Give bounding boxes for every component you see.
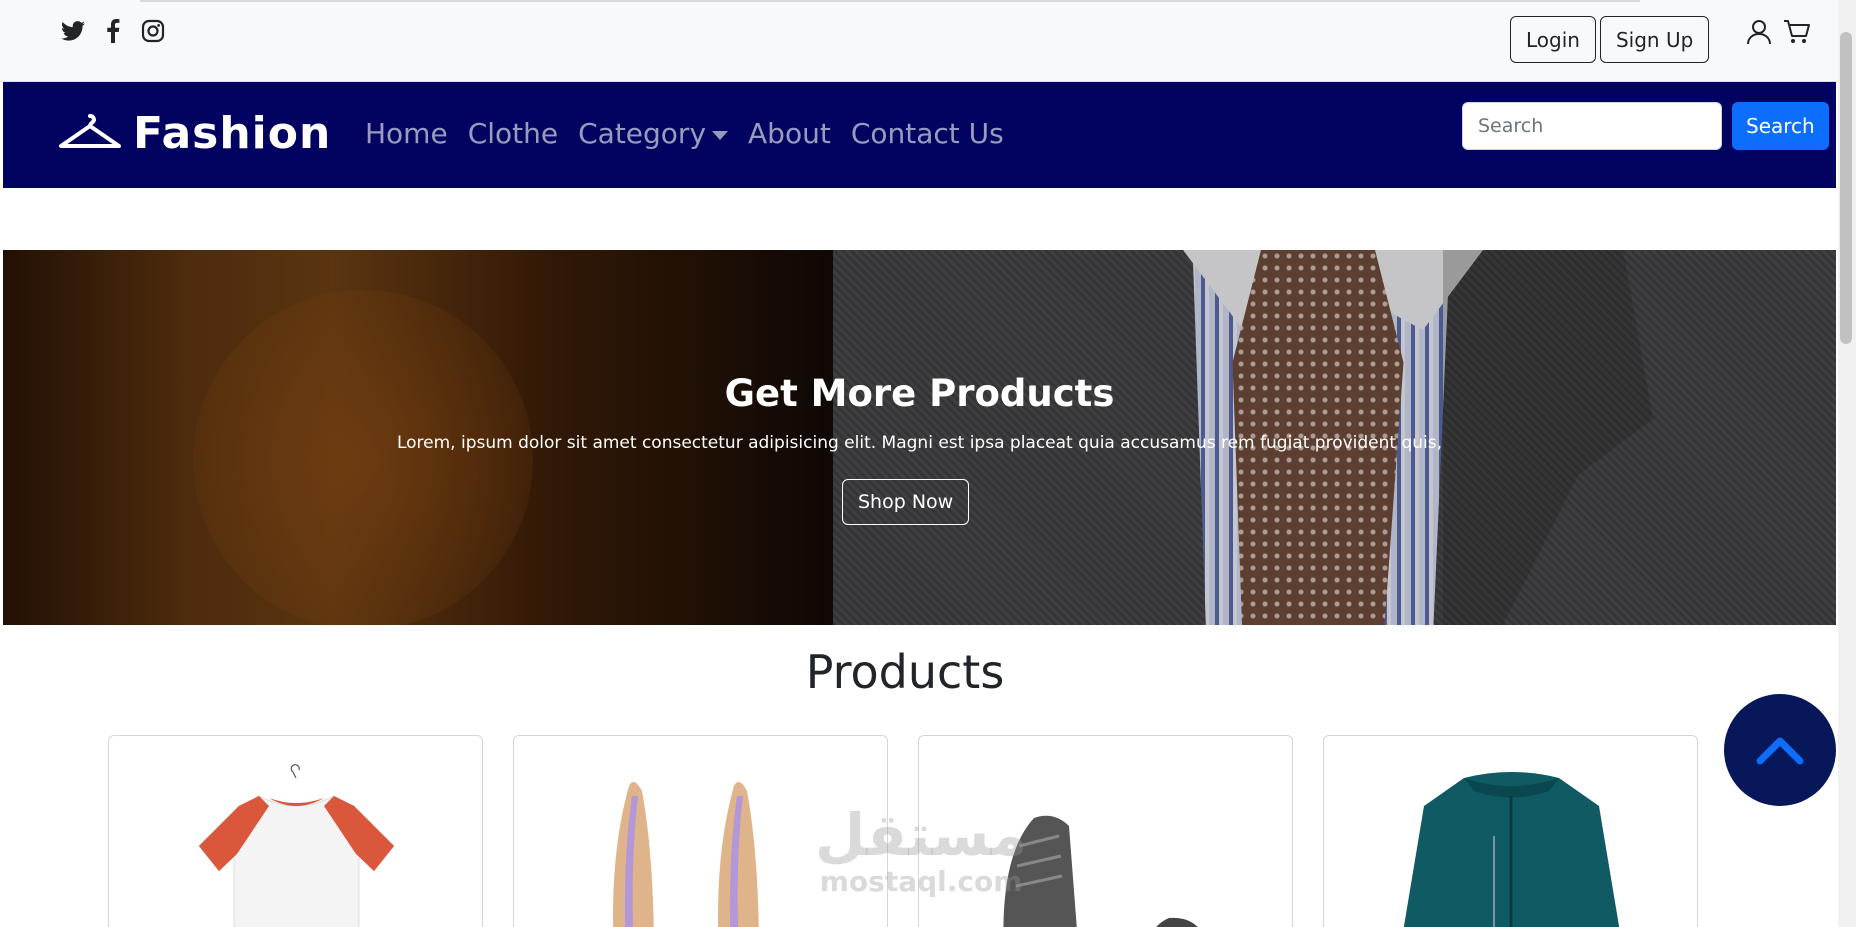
instagram-icon[interactable]	[140, 18, 166, 44]
watermark: مستقل mostaql.com	[815, 805, 1027, 898]
auth-buttons: Login Sign Up	[1510, 16, 1710, 63]
hero-content: Get More Products Lorem, ipsum dolor sit…	[3, 250, 1836, 625]
shop-now-button[interactable]: Shop Now	[842, 479, 970, 525]
nav-link-category-label: Category	[578, 117, 707, 150]
top-divider	[140, 0, 1640, 2]
social-links	[60, 18, 166, 44]
hero-banner: Get More Products Lorem, ipsum dolor sit…	[3, 250, 1836, 625]
nav-link-clothe[interactable]: Clothe	[468, 117, 558, 150]
product-card[interactable]	[1323, 735, 1698, 927]
user-icon[interactable]	[1745, 18, 1773, 46]
signup-button[interactable]: Sign Up	[1599, 16, 1710, 63]
search-button[interactable]: Search	[1732, 102, 1829, 150]
chevron-up-icon	[1756, 737, 1804, 765]
nav-link-about[interactable]: About	[748, 117, 831, 150]
hero-title: Get More Products	[724, 372, 1115, 415]
raglan-tshirt-image	[198, 764, 395, 927]
scrollbar-thumb[interactable]	[1840, 32, 1852, 344]
product-card[interactable]	[108, 735, 483, 927]
hanger-icon	[59, 112, 121, 156]
login-button[interactable]: Login	[1510, 16, 1596, 63]
watermark-latin: mostaql.com	[819, 865, 1023, 898]
main-navbar: Fashion Home Clothe Category About Conta…	[3, 82, 1836, 188]
account-icons	[1745, 18, 1811, 46]
back-to-top-button[interactable]	[1724, 694, 1836, 806]
brand-logo[interactable]: Fashion	[59, 108, 331, 159]
top-bar: Login Sign Up	[0, 0, 1838, 82]
hero-text: Lorem, ipsum dolor sit amet consectetur …	[396, 433, 1443, 453]
twitter-icon[interactable]	[60, 18, 86, 44]
facebook-icon[interactable]	[100, 18, 126, 44]
nav-link-home[interactable]: Home	[365, 117, 448, 150]
cart-icon[interactable]	[1783, 18, 1811, 46]
watermark-arabic: مستقل	[815, 801, 1028, 869]
nav-link-category[interactable]: Category	[578, 117, 729, 150]
products-heading: Products	[805, 645, 1005, 699]
search-input[interactable]	[1462, 102, 1722, 150]
nav-links: Home Clothe Category About Contact Us	[365, 117, 1004, 150]
teal-jacket-image	[1403, 772, 1620, 927]
page: Login Sign Up Fashion Home Clothe Catego…	[0, 0, 1856, 927]
nav-link-contact[interactable]: Contact Us	[851, 117, 1004, 150]
brand-name: Fashion	[133, 108, 332, 159]
search-form: Search	[1462, 102, 1829, 150]
caret-down-icon	[712, 130, 729, 140]
